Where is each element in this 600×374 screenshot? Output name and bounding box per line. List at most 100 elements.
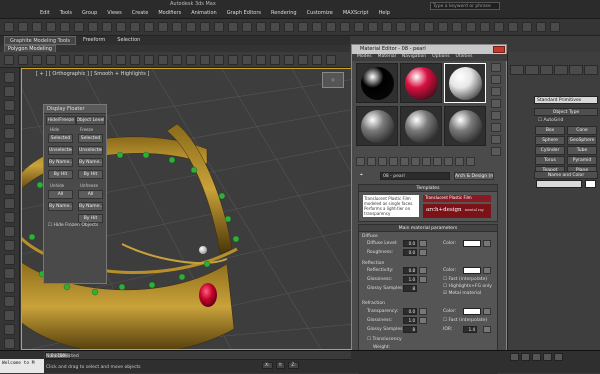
main-tool-31-icon[interactable]	[424, 22, 434, 32]
put-to-library-icon[interactable]	[411, 157, 420, 166]
freeze-unselected-button[interactable]: Unselected	[78, 146, 103, 155]
menu-utilities[interactable]: Utilities	[456, 54, 473, 61]
left-tool-4-icon[interactable]	[4, 114, 15, 125]
main-tool-36-icon[interactable]	[494, 22, 504, 32]
main-tool-23-icon[interactable]	[312, 22, 322, 32]
z-coord-field[interactable]: Z:	[288, 362, 299, 369]
main-tool-25-icon[interactable]	[340, 22, 350, 32]
menu-graph-editors[interactable]: Graph Editors	[227, 10, 261, 16]
sphere-button[interactable]: Sphere	[535, 136, 565, 145]
uv-tiling-icon[interactable]	[491, 99, 501, 108]
main-tool-18-icon[interactable]	[242, 22, 252, 32]
main-tool-16-icon[interactable]	[214, 22, 224, 32]
ribbon-tool-7-icon[interactable]	[88, 55, 98, 65]
transparency-map-button[interactable]	[419, 308, 427, 315]
left-tool-16-icon[interactable]	[4, 282, 15, 293]
ior-map-button[interactable]	[483, 326, 491, 333]
left-tool-8-icon[interactable]	[4, 170, 15, 181]
background-icon[interactable]	[491, 87, 501, 96]
menu-group[interactable]: Group	[82, 10, 97, 16]
main-tool-3-icon[interactable]	[32, 22, 42, 32]
menu-animation[interactable]: Animation	[191, 10, 217, 16]
ribbon-tool-1-icon[interactable]	[4, 55, 14, 65]
autogrid-checkbox[interactable]: ☐ AutoGrid	[538, 118, 563, 123]
go-to-sibling-icon[interactable]	[466, 157, 475, 166]
tab-hide-freeze[interactable]: Hide/Freeze	[46, 116, 76, 125]
main-tool-28-icon[interactable]	[382, 22, 392, 32]
diffuse-level-map-button[interactable]	[419, 240, 427, 247]
left-tool-15-icon[interactable]	[4, 268, 15, 279]
menu-options[interactable]: Options	[432, 54, 449, 61]
assign-to-selection-icon[interactable]	[378, 157, 387, 166]
refl-fast-interp-checkbox[interactable]: ☐ Fast (interpolate)	[443, 277, 487, 282]
make-unique-icon[interactable]	[400, 157, 409, 166]
freeze-selected-button[interactable]: Selected	[78, 134, 103, 143]
highlights-fg-checkbox[interactable]: ☐ Highlights+FG only	[443, 284, 492, 289]
ribbon-tool-3-icon[interactable]	[32, 55, 42, 65]
ribbon-tool-9-icon[interactable]	[116, 55, 126, 65]
main-tool-5-icon[interactable]	[60, 22, 70, 32]
diffuse-color-swatch[interactable]	[463, 240, 481, 247]
sample-type-icon[interactable]	[491, 63, 501, 72]
main-tool-27-icon[interactable]	[368, 22, 378, 32]
unfreeze-all-button[interactable]: All	[78, 190, 103, 199]
menu-help[interactable]: Help	[379, 10, 390, 16]
show-map-icon[interactable]	[433, 157, 442, 166]
ribbon-tool-18-icon[interactable]	[242, 55, 252, 65]
tube-button[interactable]: Tube	[567, 146, 597, 155]
material-type-button[interactable]: Arch & Design (mi)	[454, 172, 494, 180]
hide-by-hit-button[interactable]: By Hit	[48, 170, 73, 179]
main-tool-30-icon[interactable]	[410, 22, 420, 32]
ior-field[interactable]: 1.4	[463, 326, 477, 333]
utilities-tab-icon[interactable]	[584, 65, 598, 75]
main-params-header[interactable]: Main material parameters	[359, 225, 497, 232]
main-tool-32-icon[interactable]	[438, 22, 448, 32]
ribbon-tool-6-icon[interactable]	[74, 55, 84, 65]
refr-glossiness-field[interactable]: 1.0	[403, 317, 417, 324]
backlight-icon[interactable]	[491, 75, 501, 84]
ribbon-tool-13-icon[interactable]	[172, 55, 182, 65]
ribbon-tool-23-icon[interactable]	[312, 55, 322, 65]
main-tool-38-icon[interactable]	[522, 22, 532, 32]
ribbon-tool-20-icon[interactable]	[270, 55, 280, 65]
sample-slot[interactable]	[400, 63, 442, 103]
left-tool-20-icon[interactable]	[4, 338, 15, 349]
main-tool-17-icon[interactable]	[228, 22, 238, 32]
tab-freeform[interactable]: Freeform	[78, 36, 110, 45]
tab-graphite-modeling[interactable]: Graphite Modeling Tools	[4, 36, 77, 45]
menu-modifiers[interactable]: Modifiers	[158, 10, 181, 16]
torus-button[interactable]: Torus	[535, 156, 565, 165]
refl-color-map-button[interactable]	[483, 267, 491, 274]
left-tool-7-icon[interactable]	[4, 156, 15, 167]
viewport-label[interactable]: [ + ] [ Orthographic ] [ Smooth + Highli…	[36, 71, 149, 77]
refl-glossiness-field[interactable]: 1.0	[403, 276, 417, 283]
freeze-by-name-button[interactable]: By Name...	[78, 158, 103, 167]
hide-selected-button[interactable]: Selected	[48, 134, 73, 143]
main-tool-1-icon[interactable]	[4, 22, 14, 32]
main-tool-4-icon[interactable]	[46, 22, 56, 32]
menu-tools[interactable]: Tools	[60, 10, 72, 16]
select-by-material-icon[interactable]	[491, 147, 501, 156]
ribbon-tool-10-icon[interactable]	[130, 55, 140, 65]
hierarchy-tab-icon[interactable]	[539, 65, 554, 75]
close-button[interactable]	[493, 46, 505, 53]
menu-rendering[interactable]: Rendering	[271, 10, 297, 16]
y-coord-field[interactable]: Y:	[275, 362, 286, 369]
eyedropper-icon[interactable]: ⌖	[360, 172, 363, 178]
sample-slot[interactable]	[444, 63, 486, 103]
left-tool-13-icon[interactable]	[4, 240, 15, 251]
left-tool-6-icon[interactable]	[4, 142, 15, 153]
template-dropdown[interactable]: Translucent Plastic Film	[423, 195, 491, 202]
reset-map-icon[interactable]	[389, 157, 398, 166]
pyramid-button[interactable]: Pyramid	[567, 156, 597, 165]
main-tool-9-icon[interactable]	[116, 22, 126, 32]
menu-modes[interactable]: Modes	[357, 54, 372, 61]
main-tool-7-icon[interactable]	[88, 22, 98, 32]
make-preview-icon[interactable]	[491, 123, 501, 132]
left-tool-1-icon[interactable]	[4, 72, 15, 83]
motion-tab-icon[interactable]	[554, 65, 569, 75]
box-button[interactable]: Box	[535, 126, 565, 135]
menu-views[interactable]: Views	[107, 10, 121, 16]
main-tool-26-icon[interactable]	[354, 22, 364, 32]
prev-frame-icon[interactable]	[521, 353, 530, 361]
